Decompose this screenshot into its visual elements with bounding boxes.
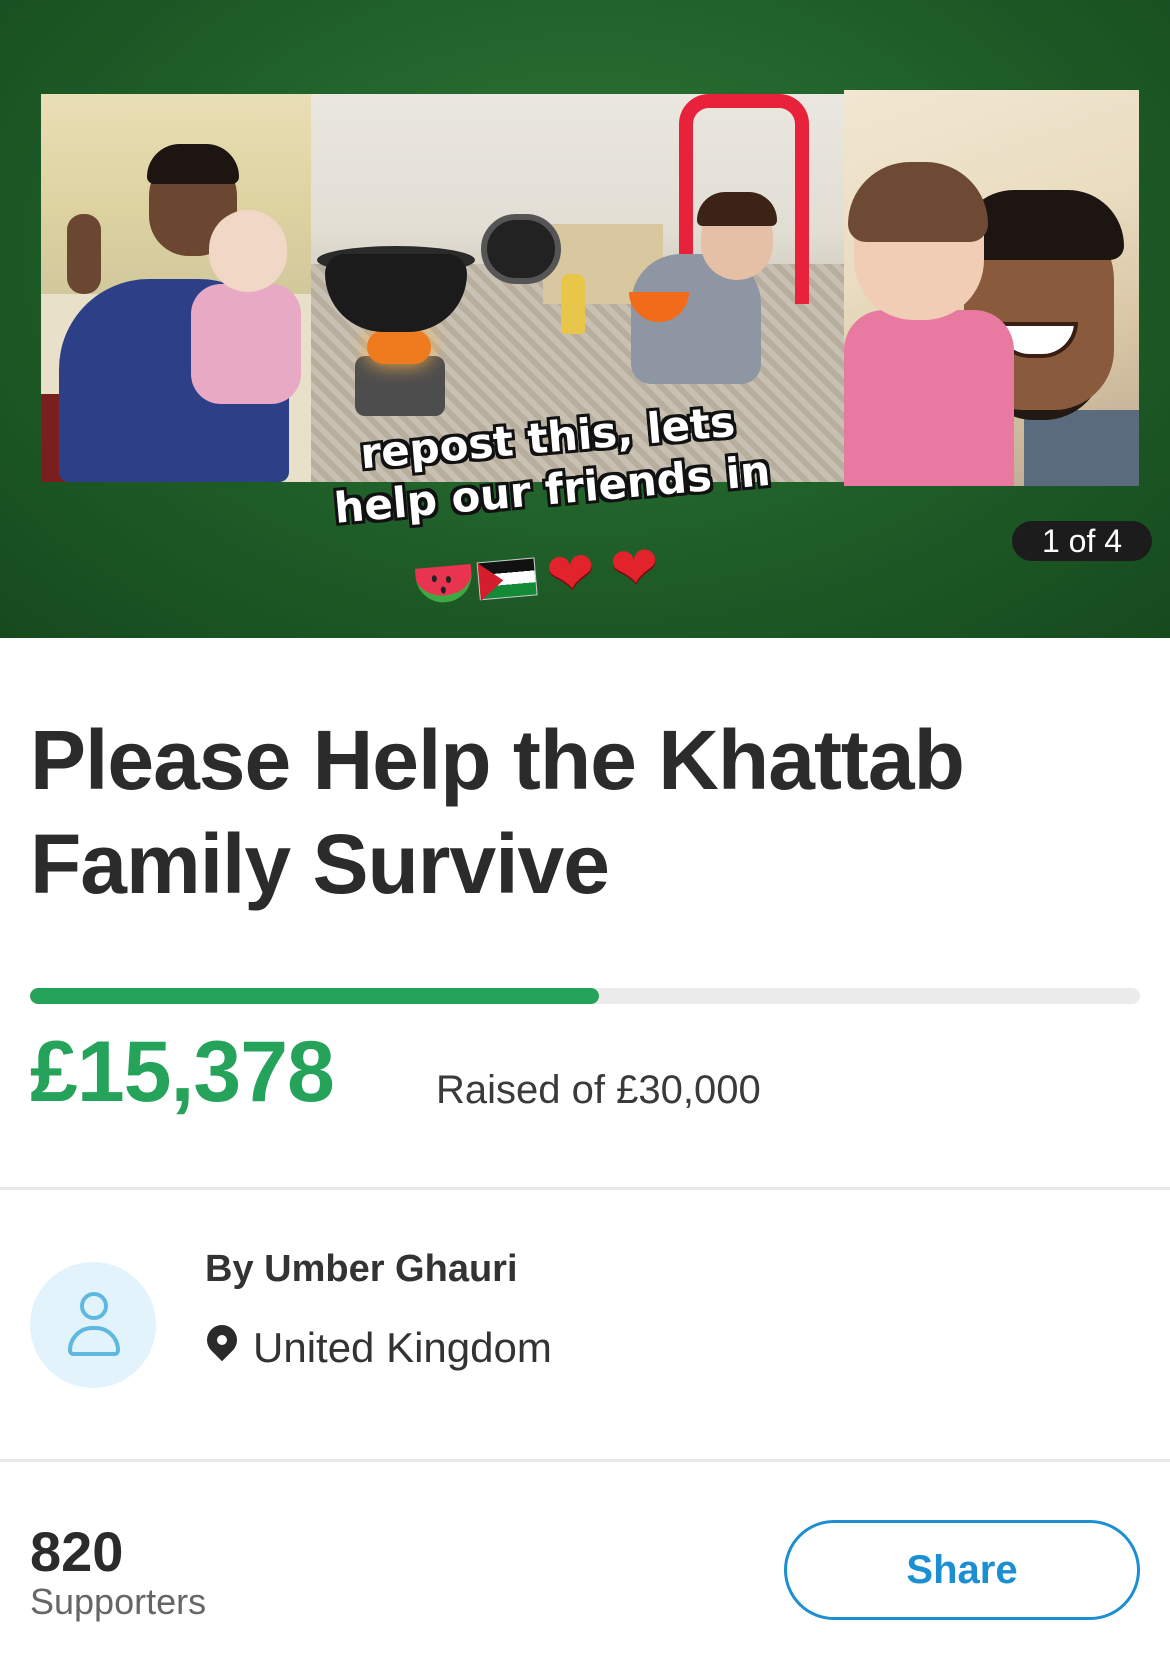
- share-button[interactable]: Share: [784, 1520, 1140, 1620]
- red-heart-emoji-icon: ❤: [543, 537, 599, 610]
- palestine-flag-emoji-icon: [476, 557, 538, 601]
- supporters-count: 820: [30, 1520, 124, 1583]
- raised-goal-text: Raised of £30,000: [436, 1068, 761, 1112]
- organizer-avatar[interactable]: [30, 1262, 156, 1388]
- campaign-title: Please Help the Khattab Family Survive: [30, 713, 965, 911]
- emoji-row: ❤ ❤: [414, 531, 666, 614]
- donation-progress-bar: [30, 988, 1140, 1004]
- raised-amount: £15,378: [30, 1024, 335, 1120]
- watermelon-emoji-icon: [414, 563, 474, 605]
- person-icon: [80, 1292, 108, 1320]
- gallery-photo-man-with-baby: [41, 94, 311, 482]
- map-pin-icon: [205, 1325, 239, 1371]
- section-divider: [0, 1187, 1170, 1190]
- donation-progress-fill: [30, 988, 600, 1004]
- gallery-counter: 1 of 4: [1012, 521, 1152, 561]
- organizer-location: United Kingdom: [205, 1322, 552, 1374]
- supporters-label: Supporters: [30, 1581, 207, 1622]
- location-text: United Kingdom: [253, 1324, 552, 1371]
- section-divider: [0, 1459, 1170, 1462]
- photo-gallery[interactable]: repost this, lets help our friends in ❤ …: [0, 0, 1170, 638]
- organizer-name[interactable]: By Umber Ghauri: [205, 1244, 518, 1294]
- gallery-photo-girl-kissing-man: [844, 90, 1139, 486]
- red-heart-emoji-icon: ❤: [607, 531, 662, 604]
